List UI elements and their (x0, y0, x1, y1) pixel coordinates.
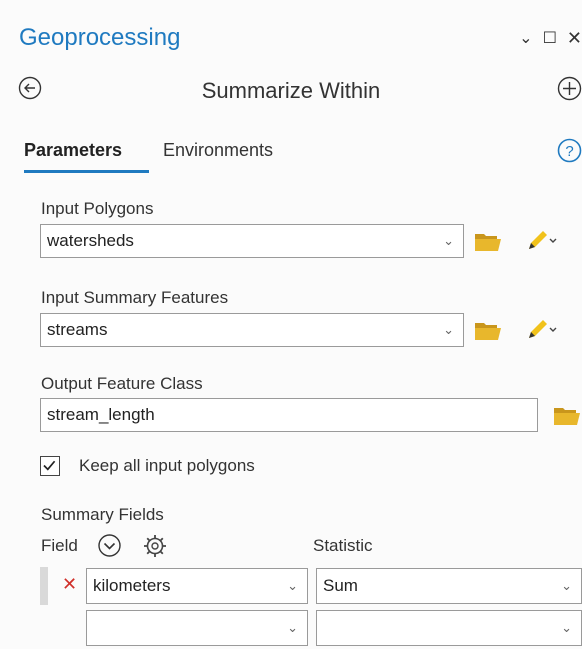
close-icon[interactable]: ✕ (567, 28, 582, 49)
gear-icon[interactable] (142, 533, 168, 559)
field-dropdown-row-2[interactable]: ⌄ (86, 610, 308, 646)
input-summary-features-label: Input Summary Features (41, 288, 229, 307)
help-icon[interactable]: ? (557, 138, 582, 163)
maximize-icon[interactable]: ☐ (543, 28, 557, 48)
row-drag-handle[interactable] (40, 567, 48, 605)
statistic-header: Statistic (313, 536, 373, 555)
summary-fields-label: Summary Fields (41, 505, 164, 524)
input-summary-features-dropdown[interactable]: streams ⌄ (40, 313, 464, 347)
svg-text:?: ? (565, 143, 573, 160)
delete-row-icon[interactable]: ✕ (62, 574, 77, 595)
add-icon[interactable] (557, 76, 582, 101)
chevron-down-icon: ⌄ (561, 578, 572, 593)
active-tab-indicator (24, 170, 149, 173)
tab-environments[interactable]: Environments (163, 140, 273, 161)
chevron-down-icon: ⌄ (287, 620, 298, 635)
field-header: Field (41, 536, 78, 555)
keep-all-label: Keep all input polygons (79, 456, 255, 475)
chevron-down-icon: ⌄ (561, 620, 572, 635)
folder-icon[interactable] (474, 230, 502, 252)
tab-parameters[interactable]: Parameters (24, 140, 122, 161)
chevron-down-icon: ⌄ (287, 578, 298, 593)
pencil-icon[interactable] (526, 319, 558, 341)
chevron-down-icon: ⌄ (443, 233, 454, 248)
field-dropdown-row-1[interactable]: kilometers ⌄ (86, 568, 308, 604)
output-feature-class-label: Output Feature Class (41, 374, 203, 393)
chevron-down-icon: ⌄ (443, 322, 454, 337)
chevron-down-icon[interactable]: ⌄ (519, 28, 532, 48)
statistic-dropdown-row-1[interactable]: Sum ⌄ (316, 568, 582, 604)
output-feature-class-input[interactable]: stream_length (40, 398, 538, 432)
pane-title: Geoprocessing (19, 24, 181, 51)
folder-icon[interactable] (474, 319, 502, 341)
tool-name: Summarize Within (201, 78, 381, 103)
window-controls: ⌄ ☐ ✕ (519, 26, 582, 50)
input-polygons-label: Input Polygons (41, 199, 154, 218)
expand-circle-icon[interactable] (97, 533, 122, 558)
statistic-dropdown-row-2[interactable]: ⌄ (316, 610, 582, 646)
input-polygons-dropdown[interactable]: watersheds ⌄ (40, 224, 464, 258)
pencil-icon[interactable] (526, 230, 558, 252)
folder-icon[interactable] (552, 404, 582, 426)
checkmark-icon (43, 460, 56, 471)
keep-all-checkbox[interactable] (40, 456, 60, 476)
